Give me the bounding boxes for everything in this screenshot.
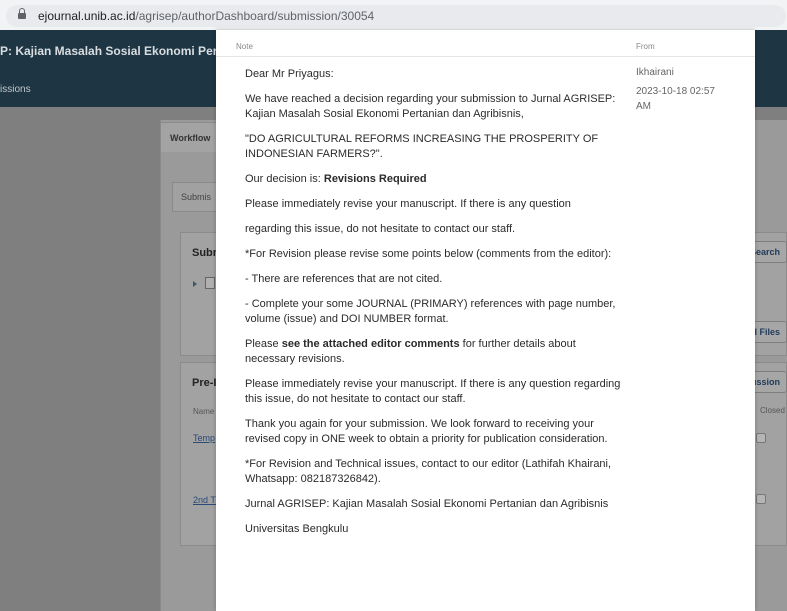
tab-workflow[interactable]: Workflow <box>160 122 220 152</box>
card-title: Pre-I <box>192 377 217 389</box>
divider <box>216 56 755 57</box>
discussion-link[interactable]: 2nd T <box>193 495 216 505</box>
note-paragraph: Universitas Bengkulu <box>245 523 349 535</box>
column-header-name: Name <box>193 407 215 416</box>
discussion-link[interactable]: Temp <box>193 433 215 443</box>
file-icon <box>205 277 215 289</box>
note-paragraph: regarding this issue, do not hesitate to… <box>245 223 516 235</box>
note-author: Ikhairani <box>636 67 674 78</box>
card-title: Subr <box>192 247 218 259</box>
note-paragraph: *For Revision and Technical issues, cont… <box>245 458 612 485</box>
column-header-note: Note <box>236 42 253 51</box>
note-modal: Note From Dear Mr Priyagus: We have reac… <box>216 30 755 611</box>
closed-checkbox[interactable] <box>756 494 766 504</box>
decision-label: Our decision is: <box>245 173 324 185</box>
note-paragraph: Please immediately revise your manuscrip… <box>245 378 621 405</box>
emphasis-text: see the attached editor comments <box>281 338 460 350</box>
expand-arrow-icon[interactable] <box>193 281 197 287</box>
note-paragraph: *For Revision please revise some points … <box>245 248 612 260</box>
nav-submissions[interactable]: issions <box>0 84 31 95</box>
text-fragment: Please <box>245 338 282 350</box>
note-paragraph: We have reached a decision regarding you… <box>245 93 616 120</box>
url-host: ejournal.unib.ac.id <box>38 9 136 23</box>
note-paragraph: Please immediately revise your manuscrip… <box>245 198 571 210</box>
journal-title[interactable]: P: Kajian Masalah Sosial Ekonomi Pertan <box>0 44 235 58</box>
closed-checkbox[interactable] <box>756 433 766 443</box>
decision-value: Revisions Required <box>323 173 427 185</box>
note-paragraph: Dear Mr Priyagus: <box>245 68 334 80</box>
browser-address-bar: ejournal.unib.ac.id/agrisep/authorDashbo… <box>0 0 787 30</box>
note-paragraph: Please see the attached editor comments … <box>245 337 625 367</box>
column-header-closed: Closed <box>760 406 785 415</box>
column-header-from: From <box>636 42 655 51</box>
note-paragraph: Our decision is: Revisions Required <box>245 172 625 187</box>
note-body: Dear Mr Priyagus: We have reached a deci… <box>245 67 625 547</box>
url-field[interactable]: ejournal.unib.ac.id/agrisep/authorDashbo… <box>6 5 786 27</box>
tab-submission[interactable]: Submis <box>172 182 222 212</box>
note-timestamp: 2023-10-18 02:57 AM <box>636 86 715 112</box>
url-path: /agrisep/authorDashboard/submission/3005… <box>135 9 375 23</box>
note-paragraph: - There are references that are not cite… <box>245 273 443 285</box>
lock-icon[interactable] <box>18 8 26 19</box>
note-paragraph: "DO AGRICULTURAL REFORMS INCREASING THE … <box>245 133 599 160</box>
url-text[interactable]: ejournal.unib.ac.id/agrisep/authorDashbo… <box>38 9 374 23</box>
note-paragraph: - Complete your some JOURNAL (PRIMARY) r… <box>245 298 616 325</box>
note-paragraph: Jurnal AGRISEP: Kajian Masalah Sosial Ek… <box>245 498 609 510</box>
note-paragraph: Thank you again for your submission. We … <box>245 418 608 445</box>
